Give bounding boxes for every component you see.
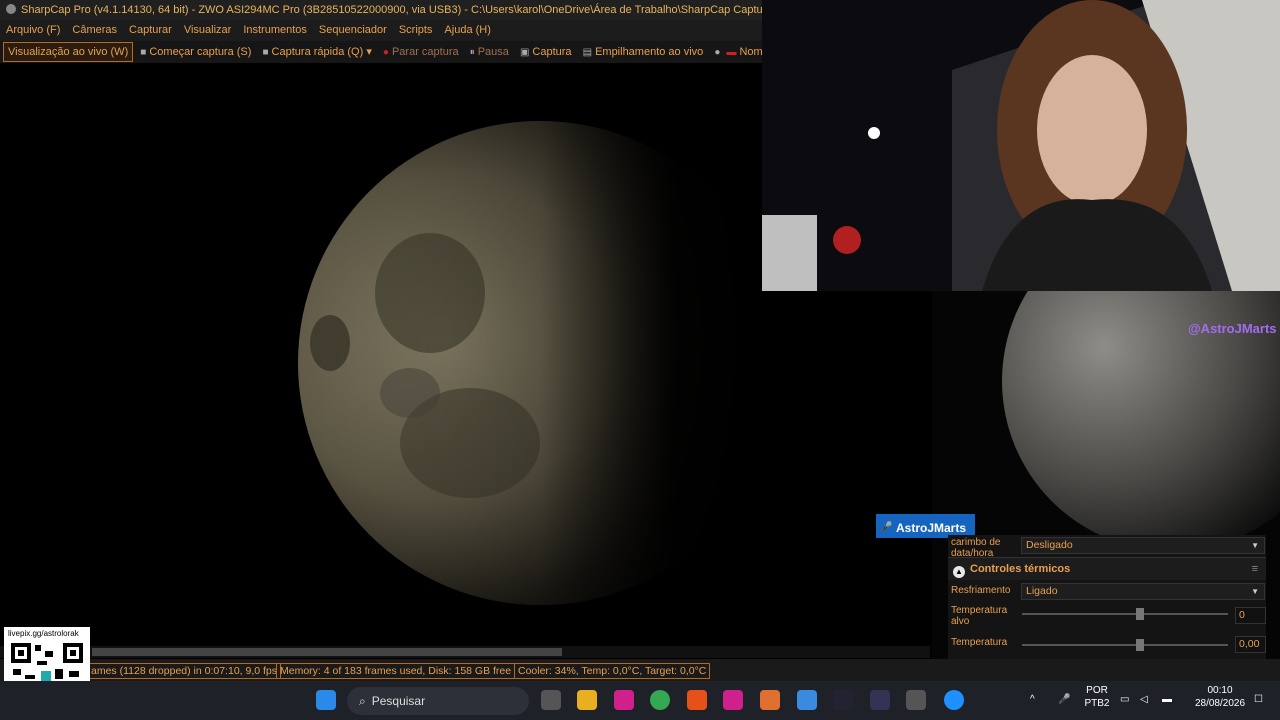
webcam-feed: [762, 0, 1280, 291]
chevron-up-icon: ▲: [953, 566, 965, 578]
stop-capture-button[interactable]: ● Parar captura: [379, 41, 463, 63]
stellarium-icon[interactable]: [833, 690, 853, 710]
obs-icon[interactable]: [870, 690, 890, 710]
app-icon-pink-2[interactable]: [723, 690, 743, 710]
task-view-icon[interactable]: [541, 690, 561, 710]
temperature-value: 0,00: [1235, 636, 1266, 653]
target-name-label: Nome de destino: [739, 46, 762, 58]
camera-icon: ▣: [519, 47, 530, 58]
brave-icon[interactable]: [687, 690, 707, 710]
battery-icon[interactable]: ▬: [1162, 693, 1172, 706]
chevron-up-icon[interactable]: ^: [1030, 693, 1035, 706]
streamer-handle: @AstroJMarts: [1188, 321, 1277, 336]
target-temp-input[interactable]: 0: [1235, 607, 1266, 624]
quick-capture-button[interactable]: ■ Captura rápida (Q) ▾: [259, 41, 376, 63]
menu-icon[interactable]: ≡: [1252, 558, 1258, 580]
notifications-icon[interactable]: ☐: [1254, 693, 1263, 706]
photos-icon[interactable]: [797, 690, 817, 710]
chevron-down-icon: ▾: [366, 46, 372, 58]
language-bottom: PTB2: [1084, 698, 1110, 709]
clock-time: 00:10: [1207, 685, 1233, 696]
pause-icon: ⏸: [469, 47, 475, 58]
cooling-value: Ligado: [1026, 585, 1058, 597]
app-icon-blue[interactable]: [944, 690, 964, 710]
clock[interactable]: 00:10 28/08/2026: [1188, 684, 1252, 710]
live-stack-label: Empilhamento ao vivo: [595, 46, 704, 58]
clock-date: 28/08/2026: [1194, 698, 1246, 709]
app-icon-orange[interactable]: [760, 690, 780, 710]
temperature-label: Temperatura: [951, 637, 1008, 648]
timestamp-select[interactable]: Desligado ▼: [1021, 537, 1265, 554]
menu-cameras[interactable]: Câmeras: [66, 24, 123, 36]
menu-scripts[interactable]: Scripts: [393, 24, 439, 36]
pause-button[interactable]: ⏸ Pausa: [466, 41, 513, 63]
capture-toolbar: Visualização ao vivo (W) ■ Começar captur…: [0, 41, 762, 63]
target-name-button[interactable]: ● ▬Nome de destino: [710, 41, 762, 63]
windows-start-icon[interactable]: [316, 690, 336, 710]
target-temp-slider-knob[interactable]: [1136, 608, 1144, 620]
microphone-icon[interactable]: 🎤: [1058, 693, 1070, 706]
chevron-down-icon: ▼: [1251, 587, 1259, 596]
chevron-down-icon: ▼: [1251, 541, 1259, 550]
camera-controls-panel: carimbo de data/hora Desligado ▼ ▲ Control…: [948, 535, 1266, 659]
snapshot-button[interactable]: ▣ Captura: [516, 41, 576, 63]
language-indicator[interactable]: POR PTB2: [1082, 684, 1112, 710]
live-stack-button[interactable]: ▤ Empilhamento ao vivo: [579, 41, 708, 63]
menu-instrumentos[interactable]: Instrumentos: [237, 24, 313, 36]
menu-visualizar[interactable]: Visualizar: [178, 24, 238, 36]
temperature-slider-knob: [1136, 639, 1144, 651]
target-temp-label: Temperatura alvo: [951, 605, 1008, 627]
webcam-overlay: [762, 0, 1280, 291]
start-capture-button[interactable]: ■ Começar captura (S): [136, 41, 255, 63]
start-capture-label: Começar captura (S): [149, 46, 252, 58]
network-icon[interactable]: ▭: [1120, 693, 1129, 706]
sharpcap-window: SharpCap Pro (v4.1.14130, 64 bit) - ZWO …: [0, 0, 1280, 720]
circle-icon: ●: [714, 47, 721, 58]
title-bar: SharpCap Pro (v4.1.14130, 64 bit) - ZWO …: [0, 0, 762, 20]
taskbar-search[interactable]: ⌕ Pesquisar: [347, 687, 529, 715]
cooling-label: Resfriamento: [951, 585, 1011, 596]
menu-capturar[interactable]: Capturar: [123, 24, 178, 36]
stack-icon: ▤: [582, 47, 593, 58]
live-view-button[interactable]: Visualização ao vivo (W): [3, 42, 134, 62]
sharpcap-app-icon: [6, 4, 16, 14]
cooler-status: Cooler: 34%, Temp: 0,0°C, Target: 0,0°C: [514, 663, 711, 679]
search-placeholder: Pesquisar: [371, 694, 426, 708]
status-bar: ames (1128 dropped) in 0:07:10, 9,0 fps …: [0, 659, 1280, 681]
quick-capture-label: Captura rápida (Q): [271, 46, 364, 58]
cooling-select[interactable]: Ligado ▼: [1021, 583, 1265, 600]
horizontal-scrollbar[interactable]: [0, 646, 930, 658]
temperature-slider: [1022, 644, 1228, 646]
volume-icon[interactable]: ◁: [1140, 693, 1148, 706]
menu-sequenciador[interactable]: Sequenciador: [313, 24, 393, 36]
menu-bar: Arquivo (F) Câmeras Capturar Visualizar Inst…: [0, 20, 762, 41]
video-camera-icon: ■: [262, 47, 269, 58]
timestamp-value: Desligado: [1026, 539, 1073, 551]
scrollbar-thumb[interactable]: [92, 648, 562, 656]
sharpcap-taskbar-icon[interactable]: [906, 690, 926, 710]
stop-icon: ●: [382, 47, 389, 58]
timestamp-label: carimbo de data/hora: [951, 537, 1001, 559]
chrome-icon[interactable]: [650, 690, 670, 710]
window-title: SharpCap Pro (v4.1.14130, 64 bit) - ZWO …: [21, 4, 762, 16]
file-explorer-icon[interactable]: [577, 690, 597, 710]
pause-label: Pausa: [477, 46, 509, 58]
snapshot-label: Captura: [532, 46, 572, 58]
search-icon: ⌕: [359, 694, 366, 708]
thermal-controls-header[interactable]: ▲ Controles térmicos ≡: [948, 557, 1266, 580]
name-badge-text: AstroJMarts: [896, 521, 967, 535]
menu-ajuda[interactable]: Ajuda (H): [438, 24, 496, 36]
frames-status: ames (1128 dropped) in 0:07:10, 9,0 fps: [88, 663, 282, 679]
app-icon-pink[interactable]: [614, 690, 634, 710]
stop-capture-label: Parar captura: [391, 46, 459, 58]
memory-status: Memory: 4 of 183 frames used, Disk: 158 …: [276, 663, 516, 679]
menu-arquivo[interactable]: Arquivo (F): [0, 24, 66, 36]
target-icon: ▬: [726, 47, 737, 58]
target-temp-slider[interactable]: [1022, 613, 1228, 615]
language-top: POR: [1086, 685, 1108, 696]
qr-label: livepix.gg/astrolorak: [8, 629, 79, 638]
thermal-controls-title: Controles térmicos: [970, 563, 1071, 575]
video-camera-icon: ■: [140, 47, 147, 58]
mic-muted-icon: 🎤: [880, 522, 893, 533]
